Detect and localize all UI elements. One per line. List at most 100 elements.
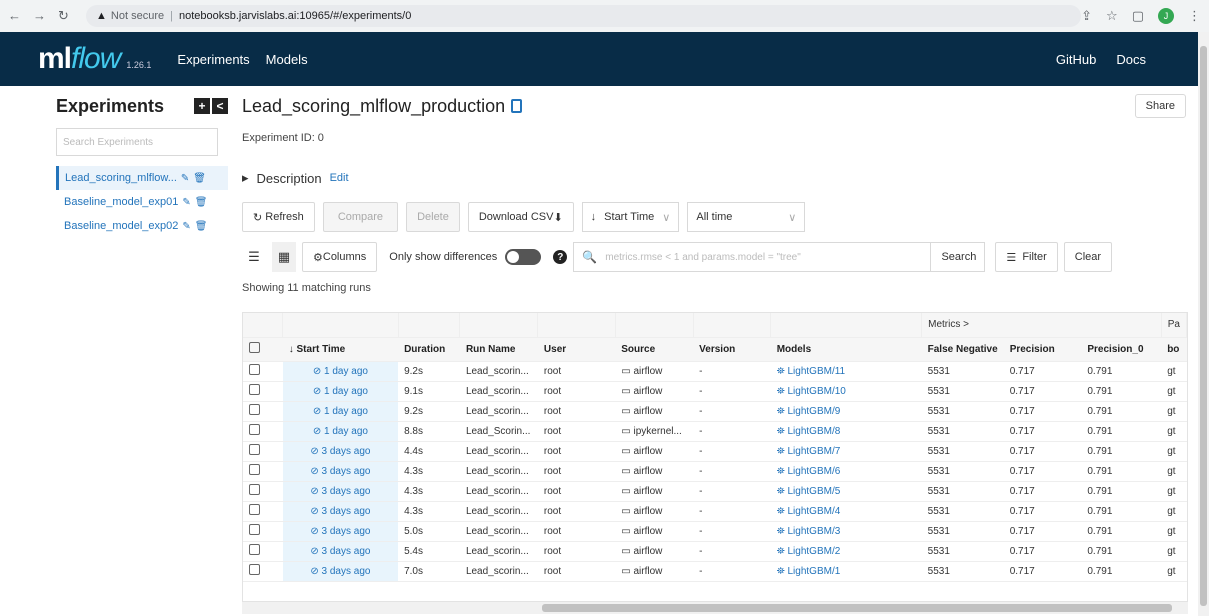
table-scrollbar-thumb[interactable] (542, 604, 1172, 612)
sidebar-item-lead-scoring[interactable]: Lead_scoring_mlflow... ✎ 🗑 (56, 166, 228, 190)
model-cell[interactable]: ⛯ LightGBM/6 (770, 461, 922, 482)
start-time-cell[interactable]: ⊘ 1 day ago (282, 421, 399, 442)
table-row[interactable]: ⊘ 1 day ago 8.8s Lead_Scorin... root ▭ ipyke… (243, 421, 1187, 442)
trash-icon[interactable]: 🗑 (195, 197, 208, 208)
start-time-cell[interactable]: ⊘ 3 days ago (282, 501, 399, 522)
model-cell[interactable]: ⛯ LightGBM/7 (770, 441, 922, 462)
source-cell[interactable]: ▭ airflow (615, 561, 694, 582)
description-label[interactable]: Description (257, 171, 322, 186)
table-row[interactable]: ⊘ 3 days ago 5.4s Lead_scorin... root ▭ airf… (243, 541, 1187, 562)
edit-icon[interactable]: ✎ (182, 221, 190, 232)
download-csv-button[interactable]: Download CSV ⬇ (467, 202, 574, 232)
column-header[interactable]: Run Name (459, 337, 538, 362)
model-cell[interactable]: ⛯ LightGBM/5 (770, 481, 922, 502)
column-header[interactable]: Precision_0 (1081, 337, 1162, 362)
row-checkbox[interactable] (249, 444, 260, 455)
edit-description-link[interactable]: Edit (330, 172, 349, 184)
compare-button[interactable]: Compare (322, 202, 399, 232)
table-row[interactable]: ⊘ 1 day ago 9.1s Lead_scorin... root ▭ airfl… (243, 381, 1187, 402)
share-button[interactable]: Share (1134, 94, 1186, 118)
list-view-icon[interactable]: ☰ (242, 242, 266, 272)
reload-icon[interactable]: ↻ (58, 8, 69, 24)
copy-icon[interactable] (511, 99, 523, 113)
more-icon[interactable]: ⋮ (1188, 8, 1201, 24)
plus-icon[interactable]: + (194, 98, 210, 114)
model-cell[interactable]: ⛯ LightGBM/4 (770, 501, 922, 522)
table-cell[interactable]: Lead_Scorin... (459, 421, 538, 442)
nav-experiments[interactable]: Experiments (177, 52, 249, 67)
row-checkbox[interactable] (249, 464, 260, 475)
row-checkbox[interactable] (249, 364, 260, 375)
table-cell[interactable]: Lead_scorin... (459, 541, 538, 562)
params-group-header[interactable]: Pa (1161, 313, 1187, 338)
sidepanel-icon[interactable]: ▢ (1132, 8, 1144, 24)
model-cell[interactable]: ⛯ LightGBM/8 (770, 421, 922, 442)
table-cell[interactable]: Lead_scorin... (459, 521, 538, 542)
filter-button[interactable]: ☰ Filter (995, 242, 1058, 272)
source-cell[interactable]: ▭ airflow (615, 481, 694, 502)
row-checkbox[interactable] (249, 384, 260, 395)
column-header[interactable]: False Negative (921, 337, 1004, 362)
column-header[interactable]: Precision (1003, 337, 1082, 362)
table-row[interactable]: ⊘ 3 days ago 4.4s Lead_scorin... root ▭ airf… (243, 441, 1187, 462)
source-cell[interactable]: ▭ airflow (615, 501, 694, 522)
column-header[interactable]: Version (693, 337, 771, 362)
source-cell[interactable]: ▭ ipykernel... (615, 421, 694, 442)
clear-button[interactable]: Clear (1063, 242, 1113, 272)
source-cell[interactable]: ▭ airflow (615, 361, 694, 382)
mlflow-logo[interactable]: ml flow 1.26.1 (38, 42, 151, 76)
column-header[interactable]: ↓ Start Time (282, 337, 399, 362)
model-cell[interactable]: ⛯ LightGBM/3 (770, 521, 922, 542)
table-cell[interactable]: Lead_scorin... (459, 361, 538, 382)
edit-icon[interactable]: ✎ (182, 197, 190, 208)
table-scrollbar[interactable] (242, 602, 1188, 614)
table-row[interactable]: ⊘ 3 days ago 5.0s Lead_scorin... root ▭ airf… (243, 521, 1187, 542)
row-checkbox[interactable] (249, 424, 260, 435)
table-cell[interactable]: Lead_scorin... (459, 501, 538, 522)
collapse-icon[interactable]: < (212, 98, 228, 114)
select-all-checkbox[interactable] (249, 342, 260, 353)
table-cell[interactable]: Lead_scorin... (459, 401, 538, 422)
trash-icon[interactable]: 🗑 (193, 173, 206, 184)
page-scrollbar-thumb[interactable] (1200, 46, 1207, 606)
table-row[interactable]: ⊘ 3 days ago 4.3s Lead_scorin... root ▭ airf… (243, 501, 1187, 522)
row-checkbox[interactable] (249, 484, 260, 495)
time-range-select[interactable]: All time ∨ (687, 202, 806, 232)
share-page-icon[interactable]: ⇪ (1081, 8, 1092, 24)
address-bar[interactable]: ▲ Not secure | notebooksb.jarvislabs.ai:… (86, 5, 1082, 27)
row-checkbox[interactable] (249, 504, 260, 515)
table-cell[interactable]: Lead_scorin... (459, 481, 538, 502)
metrics-group-header[interactable]: Metrics > (921, 313, 1162, 338)
sidebar-item-baseline-01[interactable]: Baseline_model_exp01 ✎ 🗑 (56, 190, 228, 214)
source-cell[interactable]: ▭ airflow (615, 441, 694, 462)
star-icon[interactable]: ☆ (1106, 8, 1118, 24)
model-cell[interactable]: ⛯ LightGBM/9 (770, 401, 922, 422)
table-cell[interactable]: Lead_scorin... (459, 561, 538, 582)
source-cell[interactable]: ▭ airflow (615, 521, 694, 542)
table-row[interactable]: ⊘ 3 days ago 4.3s Lead_scorin... root ▭ airf… (243, 461, 1187, 482)
table-row[interactable]: ⊘ 1 day ago 9.2s Lead_scorin... root ▭ airfl… (243, 401, 1187, 422)
refresh-button[interactable]: ↻ Refresh (242, 202, 315, 232)
trash-icon[interactable]: 🗑 (195, 221, 208, 232)
model-cell[interactable]: ⛯ LightGBM/11 (770, 361, 922, 382)
start-time-cell[interactable]: ⊘ 3 days ago (282, 521, 399, 542)
table-cell[interactable]: Lead_scorin... (459, 381, 538, 402)
nav-models[interactable]: Models (266, 52, 308, 67)
start-time-cell[interactable]: ⊘ 3 days ago (282, 461, 399, 482)
only-diff-toggle[interactable] (505, 249, 542, 265)
experiment-search-input[interactable]: Search Experiments (56, 128, 218, 156)
source-cell[interactable]: ▭ airflow (615, 381, 694, 402)
row-checkbox[interactable] (249, 524, 260, 535)
sidebar-item-baseline-02[interactable]: Baseline_model_exp02 ✎ 🗑 (56, 214, 228, 238)
grid-view-icon[interactable]: ▦ (272, 242, 296, 272)
caret-right-icon[interactable]: ▸ (242, 170, 249, 186)
source-cell[interactable]: ▭ airflow (615, 401, 694, 422)
page-scrollbar[interactable] (1198, 32, 1209, 616)
start-time-cell[interactable]: ⊘ 3 days ago (282, 441, 399, 462)
table-cell[interactable]: Lead_scorin... (459, 441, 538, 462)
row-checkbox[interactable] (249, 564, 260, 575)
start-time-cell[interactable]: ⊘ 3 days ago (282, 541, 399, 562)
column-header[interactable]: Source (615, 337, 694, 362)
start-time-cell[interactable]: ⊘ 1 day ago (282, 361, 399, 382)
columns-button[interactable]: ⚙ Columns (302, 242, 378, 272)
